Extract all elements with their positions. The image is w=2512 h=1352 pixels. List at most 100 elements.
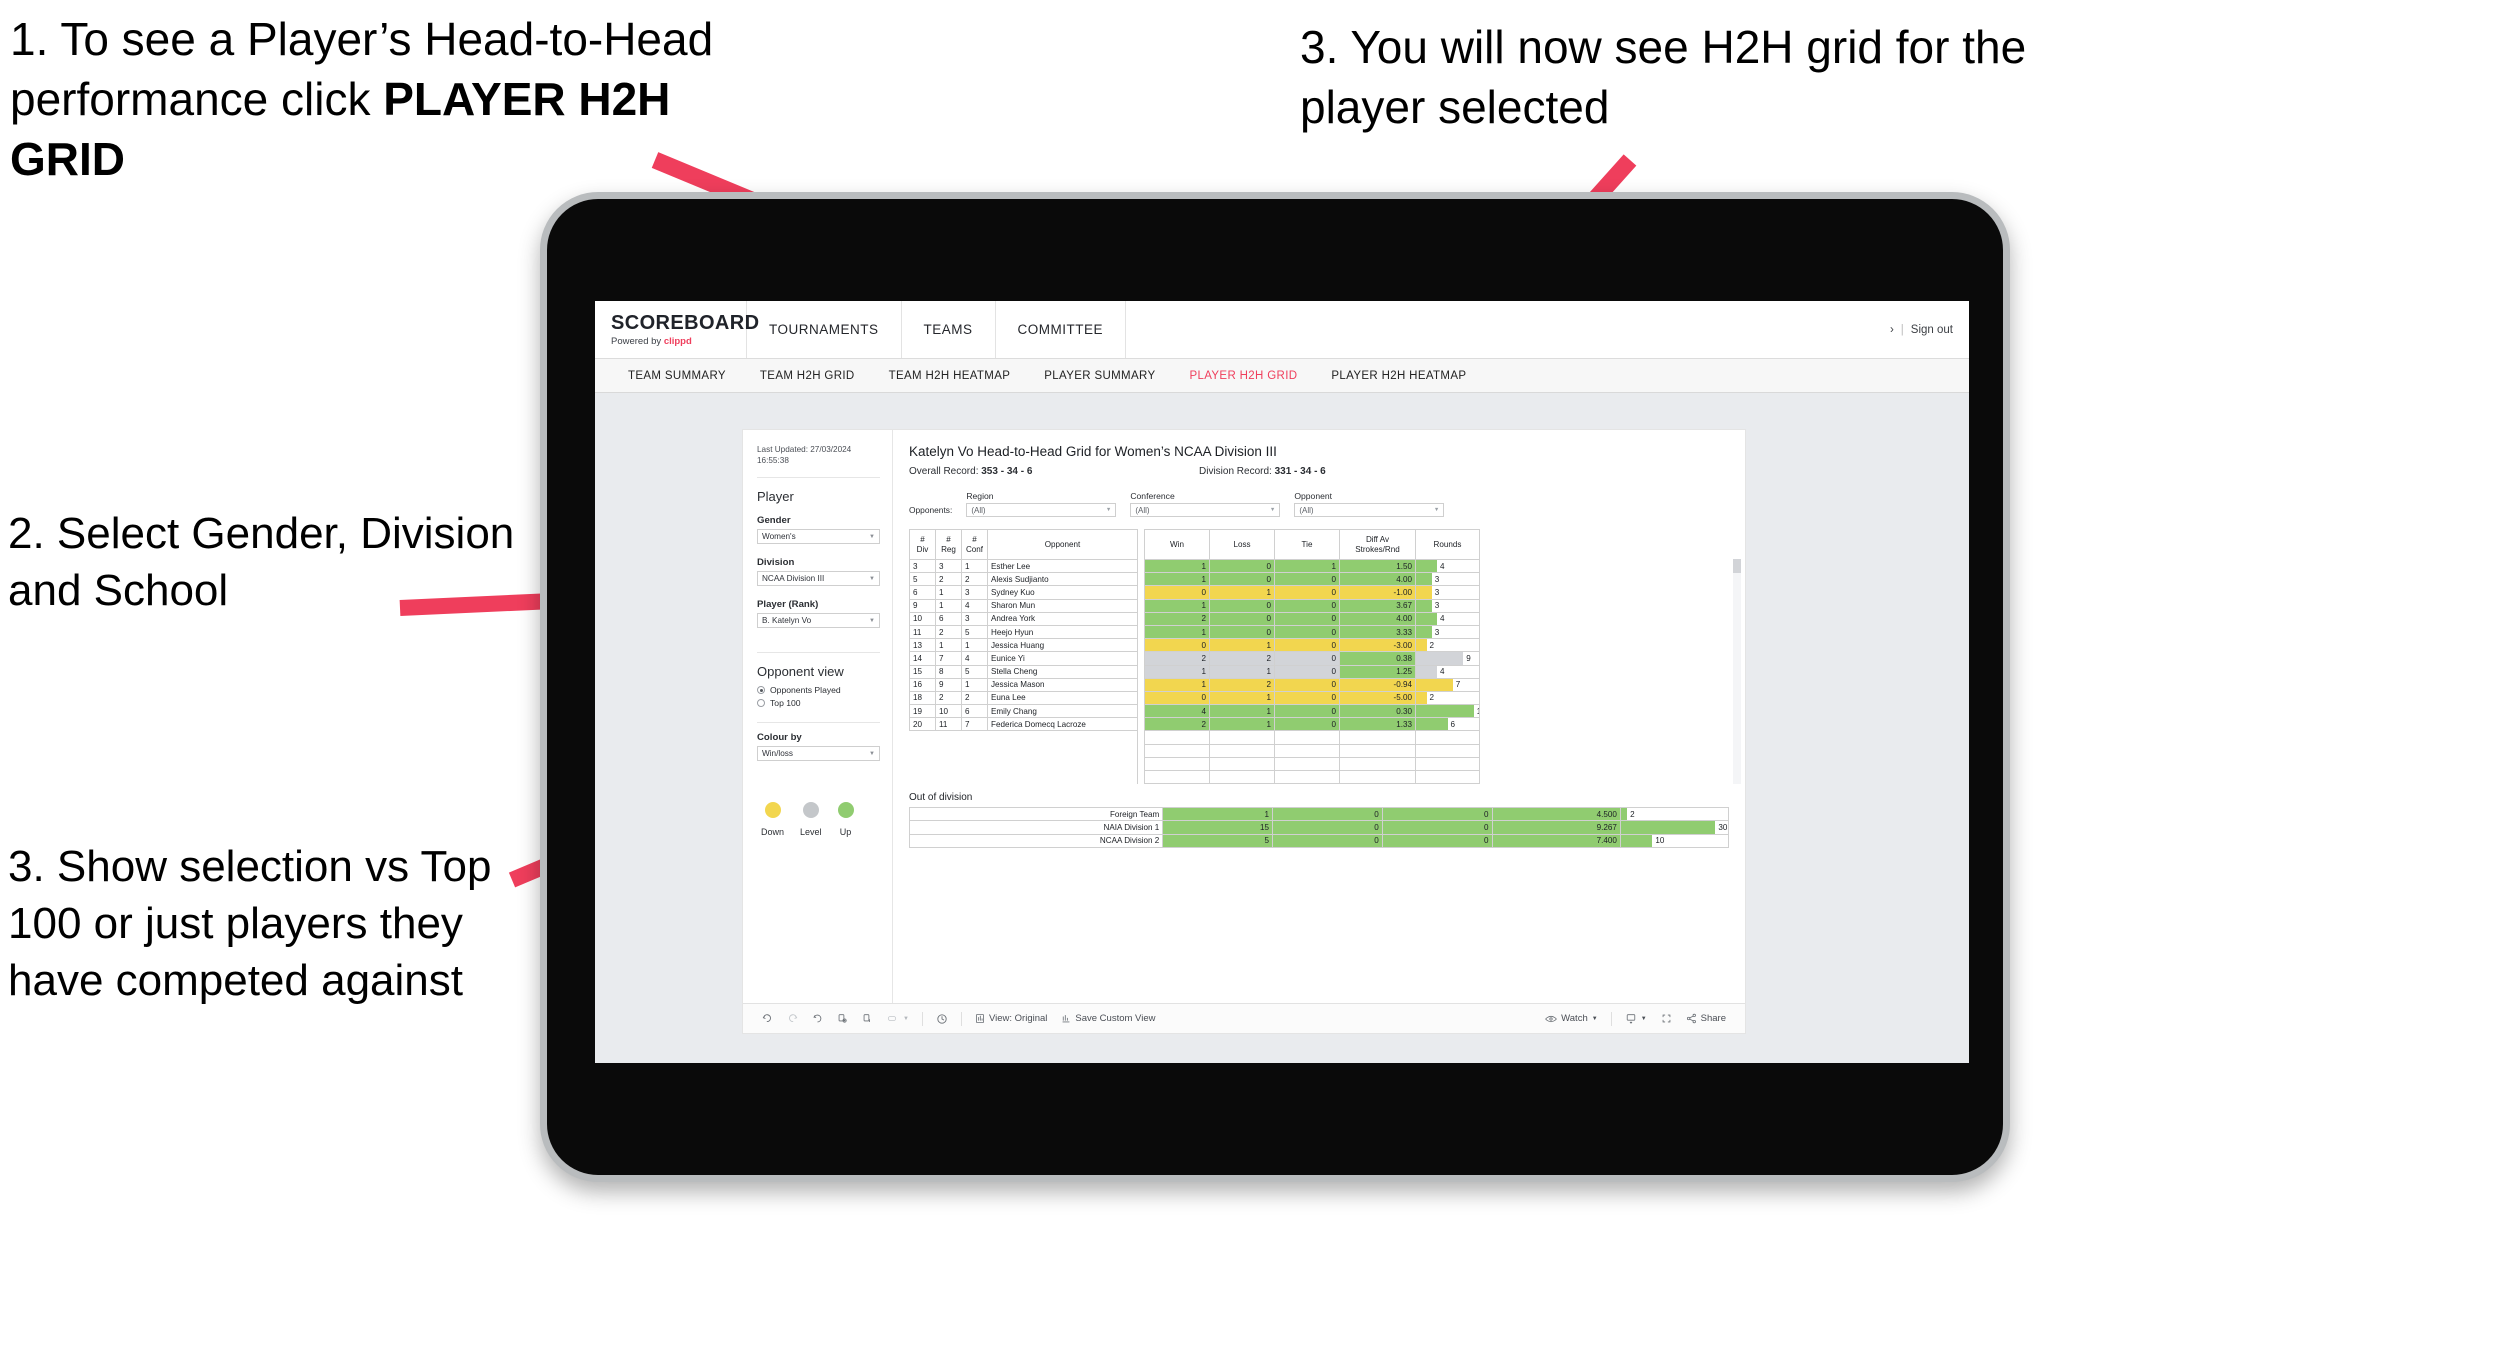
cell-rounds: 2	[1415, 690, 1480, 706]
tab-player-h2h-heatmap[interactable]: PLAYER H2H HEATMAP	[1314, 370, 1483, 382]
cell-win: 0	[1144, 638, 1210, 653]
column-header--div[interactable]: # Div	[909, 529, 936, 560]
cell-diff-av-strokes: -3.00	[1339, 638, 1416, 653]
watch-button[interactable]: Watch ▼	[1538, 1013, 1605, 1024]
filler-cell	[987, 757, 1138, 771]
out-of-division-body: Foreign Team 1 0 0 4.500 2 NAIA Division 1 15 0 0…	[908, 807, 1730, 848]
legend-label-up: Up	[839, 827, 852, 838]
powered-by-text: Powered by	[611, 335, 664, 347]
column-header-loss[interactable]: Loss	[1209, 529, 1275, 560]
division-select[interactable]: NCAA Division III ▼	[757, 571, 880, 587]
tab-team-h2h-grid[interactable]: TEAM H2H GRID	[743, 370, 872, 382]
cell-reg: 7	[935, 651, 962, 666]
filler-cell	[1339, 769, 1416, 785]
table-row[interactable]: 6 1 3 Sydney Kuo 0 1 0 -1.00 3	[909, 585, 1480, 600]
column-header-tie[interactable]: Tie	[1274, 529, 1340, 560]
radio-top-100[interactable]: Top 100	[757, 698, 880, 708]
radio-opponents-played[interactable]: Opponents Played	[757, 685, 880, 695]
colour-by-value: Win/loss	[762, 749, 793, 759]
column-header-win[interactable]: Win	[1144, 529, 1210, 560]
view-original-button[interactable]: View: Original	[968, 1013, 1054, 1024]
table-row[interactable]: 10 6 3 Andrea York 2 0 0 4.00 4	[909, 611, 1480, 626]
gender-select[interactable]: Women's ▼	[757, 529, 880, 545]
redo-icon[interactable]	[780, 1013, 805, 1024]
user-menu-icon[interactable]: ›	[1890, 324, 1894, 336]
column-separator	[1137, 717, 1145, 731]
topnav-item-committee[interactable]: COMMITTEE	[996, 301, 1127, 358]
out-of-division-row[interactable]: NCAA Division 2 5 0 0 7.400 10	[908, 833, 1730, 848]
tab-player-h2h-grid[interactable]: PLAYER H2H GRID	[1172, 370, 1314, 382]
table-row[interactable]: 5 2 2 Alexis Sudjianto 1 0 0 4.00 3	[909, 572, 1480, 587]
region-select[interactable]: (All) ▼	[966, 503, 1117, 517]
legend-dot-down	[764, 802, 781, 819]
table-row[interactable]: 14 7 4 Eunice Yi 2 2 0 0.38 9	[909, 651, 1480, 666]
filler-cell	[935, 770, 962, 784]
presentation-mode-icon[interactable]: ▼	[880, 1013, 916, 1024]
player-filter: Player (Rank) B. Katelyn Vo ▼	[757, 599, 880, 629]
overall-record-value: 353 - 34 - 6	[981, 466, 1033, 477]
filler-cell	[1415, 730, 1480, 745]
column-separator	[1137, 757, 1145, 771]
conference-select[interactable]: (All) ▼	[1130, 503, 1281, 517]
cell-conf: 1	[961, 638, 988, 653]
filler-cell	[1415, 756, 1480, 772]
brand-logo[interactable]: SCOREBOARD Powered by clippd	[595, 301, 759, 358]
cell-loss: 0	[1209, 598, 1275, 613]
cell-tie: 0	[1381, 820, 1493, 835]
cell-diff-av-strokes: 3.33	[1339, 624, 1416, 640]
fullscreen-button[interactable]	[1654, 1013, 1679, 1024]
table-row[interactable]: 18 2 2 Euna Lee 0 1 0 -5.00 2	[909, 690, 1480, 706]
column-header--reg[interactable]: # Reg	[935, 529, 962, 560]
tab-team-summary[interactable]: TEAM SUMMARY	[611, 370, 743, 382]
chevron-down-icon: ▼	[1640, 1015, 1647, 1022]
table-row[interactable]: 20 11 7 Federica Domecq Lacroze 2 1 0 1.33 6	[909, 717, 1480, 732]
tab-team-h2h-heatmap[interactable]: TEAM H2H HEATMAP	[872, 370, 1028, 382]
table-row[interactable]: 13 1 1 Jessica Huang 0 1 0 -3.00 2	[909, 638, 1480, 653]
cell-conf: 6	[961, 704, 988, 719]
column-header--conf[interactable]: # Conf	[961, 529, 988, 560]
grid-vertical-scrollbar[interactable]	[1733, 559, 1741, 785]
save-custom-view-button[interactable]: Save Custom View	[1054, 1013, 1162, 1024]
table-row[interactable]: 19106Emily Chang4100.3011	[909, 704, 1480, 719]
column-header-rounds[interactable]: Rounds	[1415, 529, 1480, 560]
filler-cell	[1274, 769, 1340, 785]
table-row[interactable]: 3 3 1 Esther Lee 1 0 1 1.50 4	[909, 558, 1480, 574]
watch-label: Watch	[1561, 1013, 1588, 1024]
panel-heading-player: Player	[757, 489, 794, 505]
rounds-bar	[1620, 834, 1653, 847]
out-of-division-row[interactable]: NAIA Division 1 15 0 0 9.267 30	[908, 820, 1730, 835]
legend-item-up: Up	[837, 802, 854, 838]
cell-div: 15	[909, 664, 936, 679]
rounds-bar	[1416, 600, 1432, 612]
radio-on-icon	[757, 686, 765, 695]
opponent-select[interactable]: (All) ▼	[1294, 503, 1445, 517]
pause-updates-icon[interactable]	[855, 1013, 880, 1024]
topnav-item-tournaments[interactable]: TOURNAMENTS	[747, 301, 902, 358]
table-row[interactable]: 16 9 1 Jessica Mason 1 2 0 -0.94 7	[909, 677, 1480, 692]
undo-icon[interactable]	[755, 1013, 780, 1024]
cell-conf: 3	[961, 585, 988, 600]
tab-player-summary[interactable]: PLAYER SUMMARY	[1027, 370, 1172, 382]
out-of-division-row[interactable]: Foreign Team 1 0 0 4.500 2	[908, 807, 1730, 822]
colour-by-select[interactable]: Win/loss ▼	[757, 746, 880, 762]
revert-icon[interactable]	[805, 1013, 830, 1024]
sign-out-link[interactable]: Sign out	[1911, 324, 1953, 336]
pause-auto-update-icon[interactable]	[929, 1013, 955, 1025]
topnav-item-teams[interactable]: TEAMS	[902, 301, 996, 358]
save-custom-view-label: Save Custom View	[1075, 1013, 1156, 1024]
filler-cell	[1209, 756, 1275, 772]
column-header-diff-av-strokes-rnd[interactable]: Diff Av Strokes/Rnd	[1339, 529, 1416, 560]
download-button[interactable]: ▼	[1618, 1013, 1654, 1024]
table-row[interactable]: 11 2 5 Heejo Hyun 1 0 0 3.33 3	[909, 624, 1480, 640]
refresh-data-icon[interactable]	[830, 1013, 855, 1024]
filler-cell	[909, 770, 936, 784]
table-row[interactable]: 9 1 4 Sharon Mun 1 0 0 3.67 3	[909, 598, 1480, 613]
table-row[interactable]: 15 8 5 Stella Cheng 1 1 0 1.25 4	[909, 664, 1480, 679]
player-select[interactable]: B. Katelyn Vo ▼	[757, 613, 880, 629]
cell-conf: 2	[961, 572, 988, 587]
column-header-opponent[interactable]: Opponent	[987, 529, 1138, 560]
toolbar-divider-2	[960, 1011, 962, 1026]
grid-scrollbar-thumb[interactable]	[1733, 559, 1741, 573]
share-button[interactable]: Share	[1679, 1013, 1733, 1024]
cell-win: 5	[1162, 833, 1274, 848]
